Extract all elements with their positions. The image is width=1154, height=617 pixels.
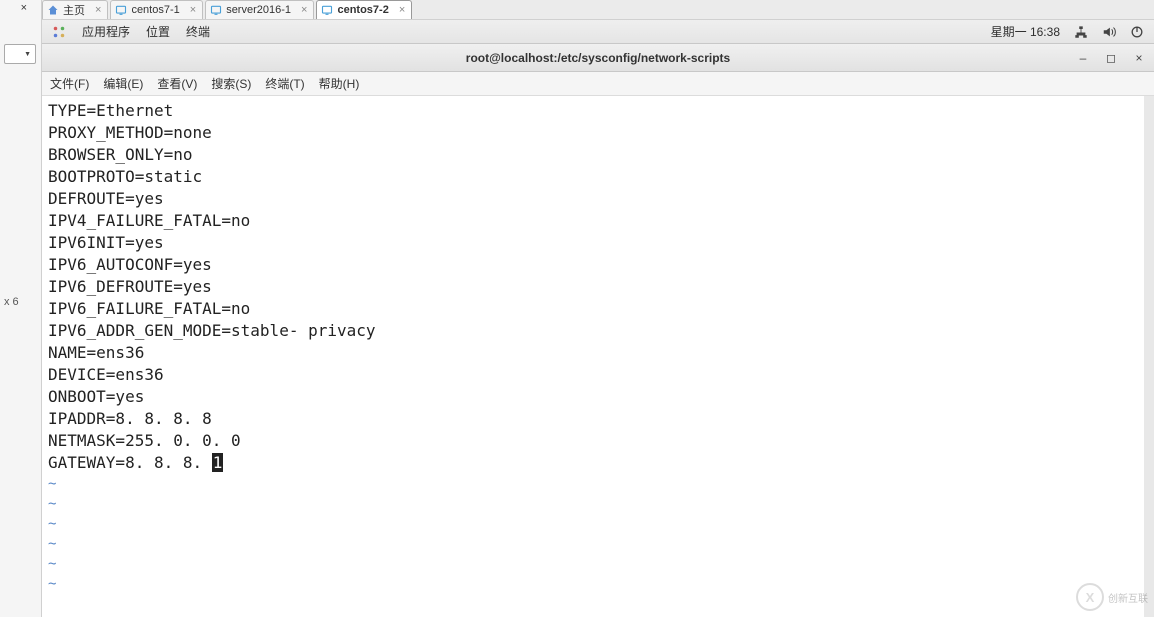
vim-empty-line: ~ (48, 494, 1138, 514)
terminal-line: NETMASK=255. 0. 0. 0 (48, 430, 1138, 452)
watermark-logo-icon: X (1076, 583, 1104, 611)
menu-search[interactable]: 搜索(S) (211, 75, 251, 92)
power-icon[interactable] (1130, 25, 1144, 39)
vim-empty-line: ~ (48, 574, 1138, 594)
network-icon[interactable] (1074, 25, 1088, 39)
menu-terminal[interactable]: 终端(T) (265, 75, 304, 92)
tab-server2016-1[interactable]: server2016-1 × (205, 0, 314, 19)
tab-close-icon[interactable]: × (95, 4, 101, 16)
terminal-line: BOOTPROTO=static (48, 166, 1138, 188)
terminal-line: IPV6_AUTOCONF=yes (48, 254, 1138, 276)
tab-close-icon[interactable]: × (190, 4, 196, 16)
close-icon[interactable]: × (21, 2, 27, 14)
tab-label: centos7-1 (131, 4, 179, 16)
home-icon (47, 4, 59, 16)
left-sidebar: × x 6 (0, 0, 42, 617)
tab-label: server2016-1 (226, 4, 291, 16)
tab-label: 主页 (63, 2, 85, 18)
places-menu[interactable]: 位置 (146, 23, 170, 40)
vim-empty-line: ~ (48, 554, 1138, 574)
tab-centos7-2[interactable]: centos7-2 × (316, 0, 412, 19)
minimize-button[interactable]: – (1076, 51, 1090, 65)
vim-empty-line: ~ (48, 534, 1138, 554)
terminal-line: ONBOOT=yes (48, 386, 1138, 408)
terminal-line: DEVICE=ens36 (48, 364, 1138, 386)
terminal-menu-bar: 文件(F) 编辑(E) 查看(V) 搜索(S) 终端(T) 帮助(H) (42, 72, 1154, 96)
window-title: root@localhost:/etc/sysconfig/network-sc… (466, 51, 730, 65)
clock-label[interactable]: 星期一 16:38 (991, 23, 1060, 40)
terminal-line: NAME=ens36 (48, 342, 1138, 364)
terminal-line: TYPE=Ethernet (48, 100, 1138, 122)
terminal-line: IPV6_DEFROUTE=yes (48, 276, 1138, 298)
terminal-line: IPV6INIT=yes (48, 232, 1138, 254)
window-title-bar: root@localhost:/etc/sysconfig/network-sc… (42, 44, 1154, 72)
vim-empty-line: ~ (48, 474, 1138, 494)
vm-tab-bar: 主页 × centos7-1 × server2016-1 × centos7-… (42, 0, 1154, 20)
maximize-button[interactable]: ◻ (1104, 51, 1118, 65)
vm-icon (115, 4, 127, 16)
terminal-line: IPV6_FAILURE_FATAL=no (48, 298, 1138, 320)
terminal-line: BROWSER_ONLY=no (48, 144, 1138, 166)
tab-close-icon[interactable]: × (399, 4, 405, 16)
terminal-line: IPV6_ADDR_GEN_MODE=stable- privacy (48, 320, 1138, 342)
vim-empty-line: ~ (48, 514, 1138, 534)
vm-icon (210, 4, 222, 16)
gnome-top-bar: 应用程序 位置 终端 星期一 16:38 (42, 20, 1154, 44)
watermark-text: 创新互联 (1108, 590, 1148, 605)
terminal-cursor: 1 (212, 453, 224, 472)
watermark: X 创新互联 (1076, 583, 1148, 611)
tab-label: centos7-2 (337, 4, 388, 16)
close-button[interactable]: × (1132, 51, 1146, 65)
tab-home[interactable]: 主页 × (42, 0, 108, 19)
terminal-line: IPADDR=8. 8. 8. 8 (48, 408, 1138, 430)
menu-view[interactable]: 查看(V) (157, 75, 197, 92)
tab-close-icon[interactable]: × (301, 4, 307, 16)
tab-centos7-1[interactable]: centos7-1 × (110, 0, 203, 19)
terminal-line: DEFROUTE=yes (48, 188, 1138, 210)
left-dropdown[interactable] (4, 44, 36, 64)
vm-icon (321, 4, 333, 16)
terminal-content[interactable]: TYPE=EthernetPROXY_METHOD=noneBROWSER_ON… (42, 96, 1154, 617)
left-label: x 6 (4, 296, 19, 308)
terminal-app-label[interactable]: 终端 (186, 23, 210, 40)
applications-menu[interactable]: 应用程序 (82, 23, 130, 40)
menu-help[interactable]: 帮助(H) (319, 75, 360, 92)
terminal-line: IPV4_FAILURE_FATAL=no (48, 210, 1138, 232)
main-area: 主页 × centos7-1 × server2016-1 × centos7-… (42, 0, 1154, 617)
volume-icon[interactable] (1102, 25, 1116, 39)
terminal-line: PROXY_METHOD=none (48, 122, 1138, 144)
terminal-line: GATEWAY=8. 8. 8. 1 (48, 452, 1138, 474)
menu-edit[interactable]: 编辑(E) (103, 75, 143, 92)
menu-file[interactable]: 文件(F) (50, 75, 89, 92)
applications-icon[interactable] (52, 25, 66, 39)
